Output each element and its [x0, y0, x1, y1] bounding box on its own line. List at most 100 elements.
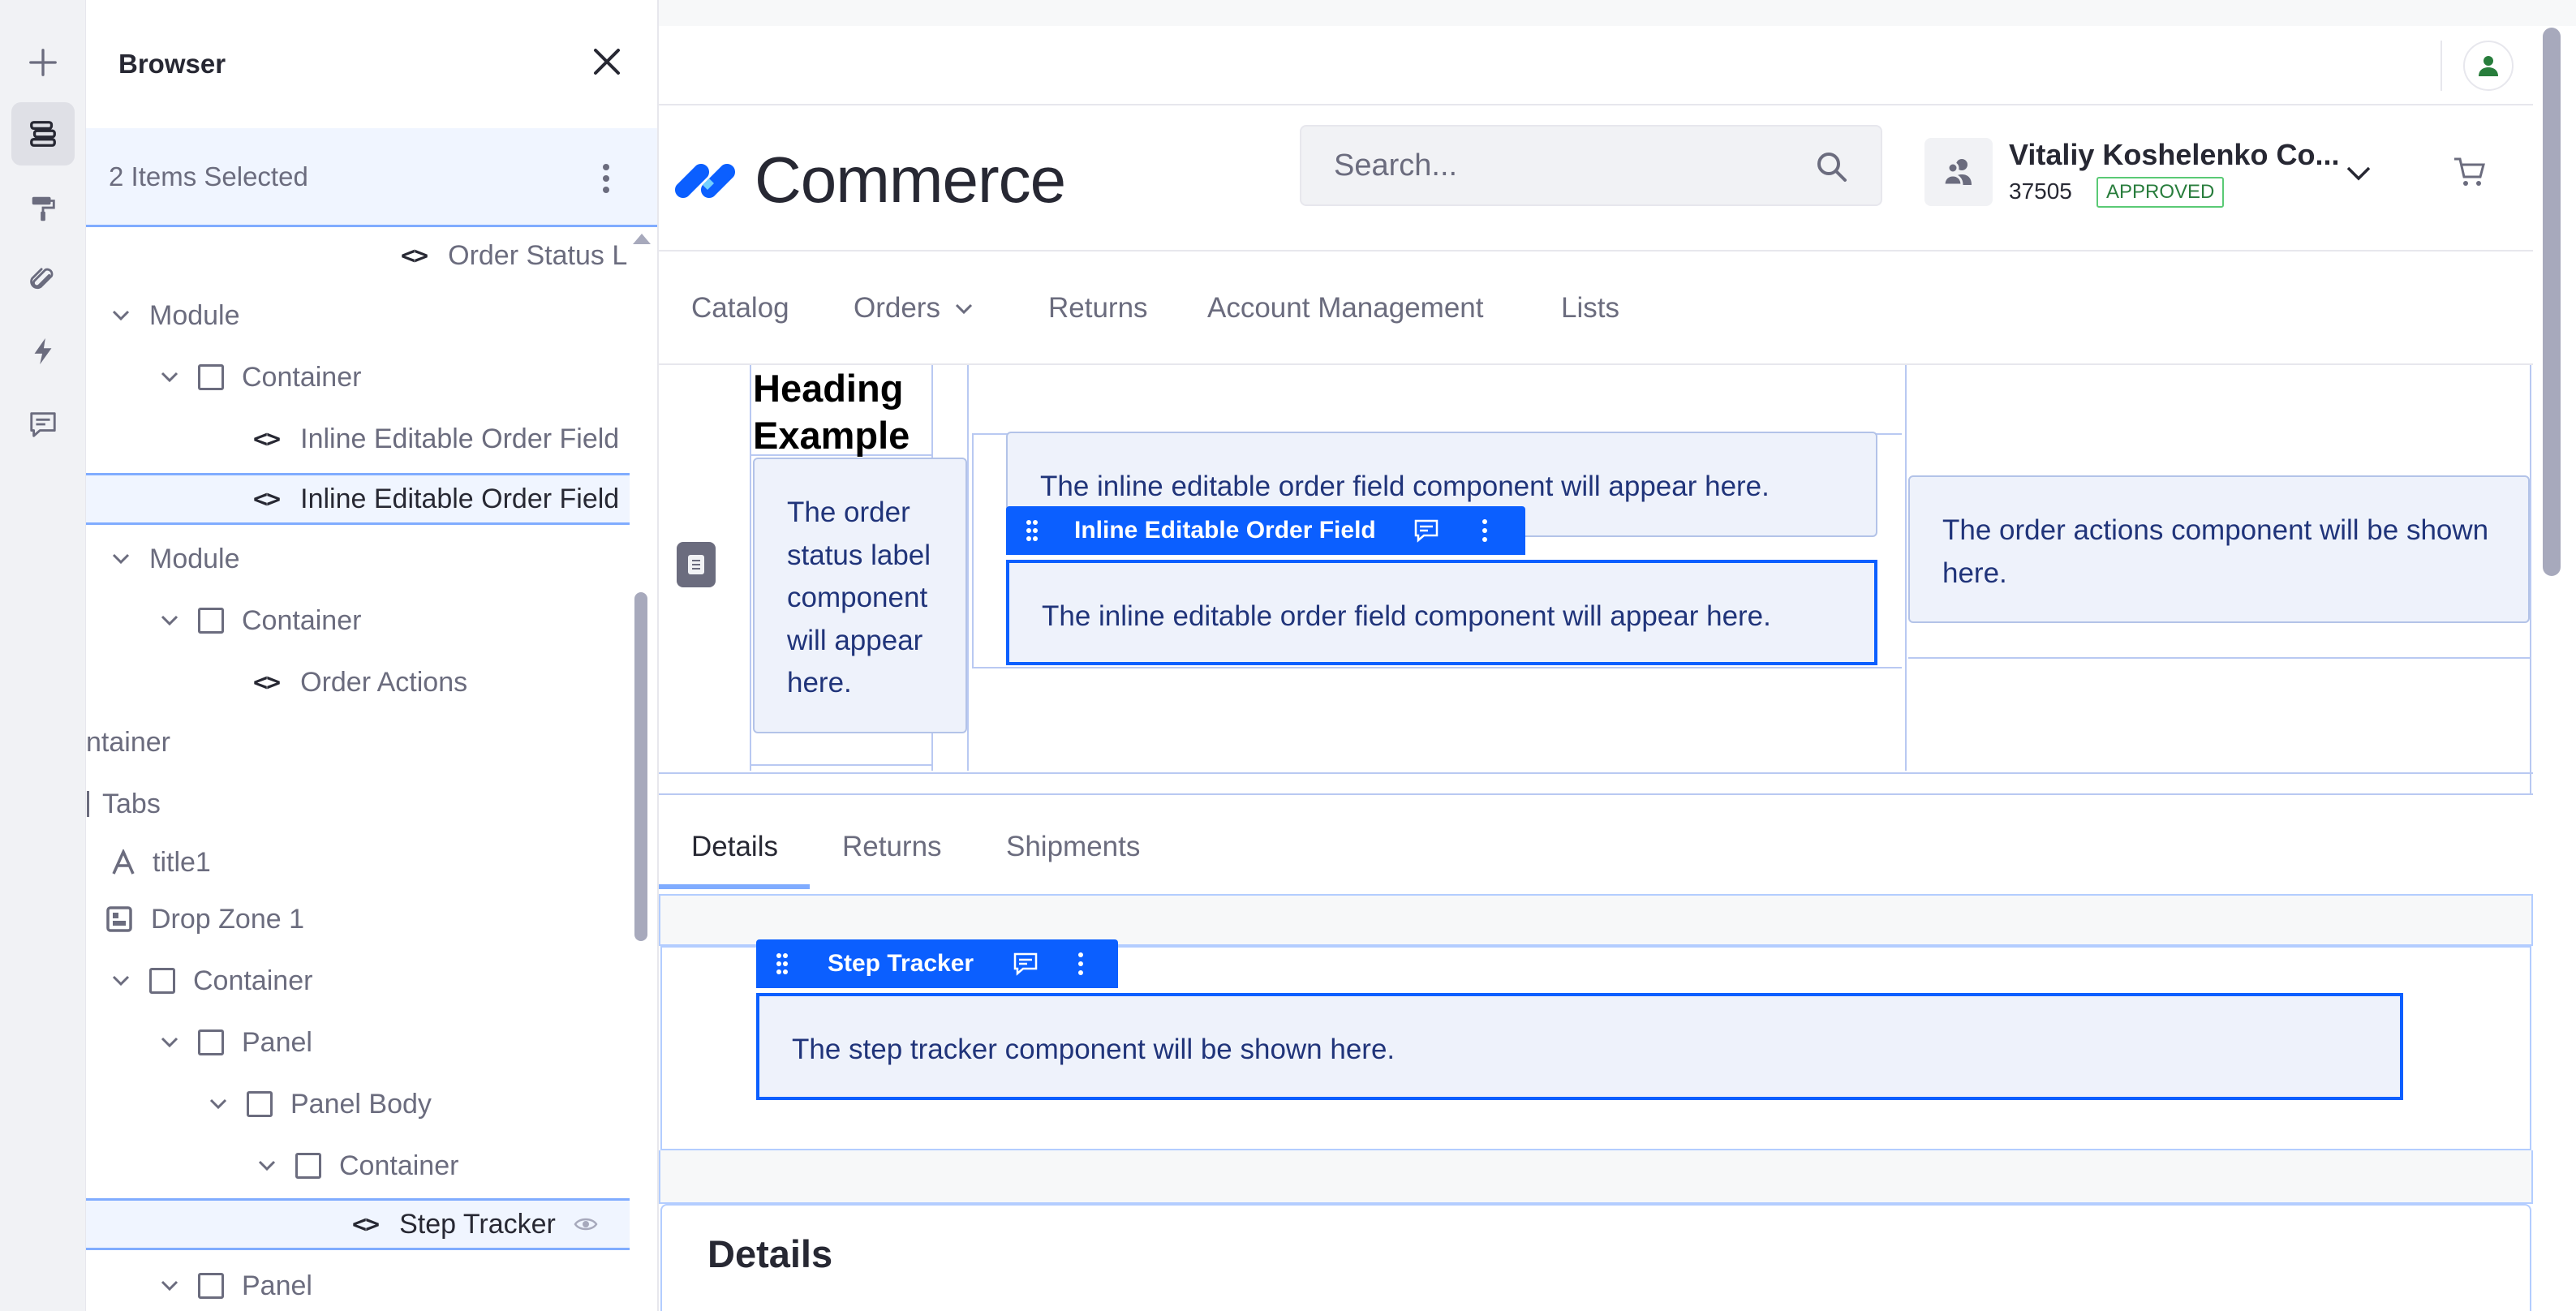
tree-item[interactable]: Module [86, 290, 630, 342]
user-avatar[interactable] [2463, 41, 2514, 91]
search-placeholder: Search... [1334, 148, 1458, 183]
tree-item[interactable]: Container [86, 1140, 630, 1192]
chevron-down-icon[interactable] [159, 1275, 180, 1296]
drop-zone-icon [106, 906, 132, 932]
browser-scrollbar[interactable] [634, 592, 647, 941]
chevron-down-icon[interactable] [208, 1094, 229, 1115]
tabs-bar: Details Returns Shipments [659, 795, 2533, 896]
tree-item-label: Inline Editable Order Field [300, 483, 620, 514]
document-button[interactable] [677, 542, 716, 587]
chevron-down-icon[interactable] [110, 970, 131, 991]
search-input[interactable]: Search... [1300, 125, 1882, 206]
add-button[interactable] [11, 31, 75, 94]
chevron-down-icon[interactable] [2345, 159, 2372, 187]
chevron-down-icon[interactable] [159, 367, 180, 388]
kebab-menu-icon[interactable] [600, 162, 612, 195]
close-icon[interactable] [587, 42, 626, 81]
tree-item[interactable]: <> Order Actions [86, 656, 630, 708]
tree-item[interactable]: Drop Zone 1 [86, 893, 630, 945]
active-tab-indicator [659, 884, 810, 889]
nav-item-catalog[interactable]: Catalog [691, 292, 789, 325]
container-icon [198, 1273, 224, 1299]
kebab-menu-icon[interactable] [1482, 518, 1488, 543]
search-icon[interactable] [1816, 151, 1848, 183]
chevron-down-icon[interactable] [110, 305, 131, 326]
bolt-icon [34, 337, 52, 365]
comment-icon[interactable] [1413, 518, 1439, 543]
tree-item[interactable]: Container [86, 595, 630, 647]
tree-item[interactable]: Container [86, 955, 630, 1007]
tab-returns[interactable]: Returns [842, 831, 942, 863]
tree-item-label: Tabs [102, 788, 161, 819]
kebab-menu-icon[interactable] [1077, 952, 1084, 976]
browser-button[interactable] [11, 102, 75, 165]
site-header: Commerce Search... Vitaliy Koshelenko Co… [659, 105, 2533, 251]
page-scrollbar[interactable] [2543, 28, 2561, 576]
selection-count: 2 Items Selected [109, 161, 308, 191]
browser-title: Browser [118, 49, 226, 79]
code-icon: <> [401, 241, 428, 270]
scroll-up-arrow[interactable] [633, 234, 651, 244]
tree-item-label: Panel [242, 1026, 312, 1058]
comment-icon[interactable] [1013, 952, 1039, 976]
eye-icon[interactable] [574, 1216, 598, 1232]
tree-item[interactable]: Panel [86, 1017, 630, 1068]
user-bar [659, 26, 2533, 105]
tree-item-label: Order Status L [448, 239, 628, 271]
container-icon [247, 1091, 273, 1117]
tree-item[interactable]: Panel [86, 1260, 630, 1311]
nav-item-orders[interactable]: Orders [854, 292, 974, 325]
step-tracker-fragment-selected[interactable]: The step tracker component will be shown… [756, 993, 2403, 1100]
account-id: 37505 [2009, 178, 2072, 204]
mappings-button[interactable] [11, 248, 75, 312]
tree-item-label: Step Tracker [399, 1208, 556, 1240]
nav-item-label: Orders [854, 292, 940, 324]
tree-item[interactable]: Panel Body [86, 1078, 630, 1130]
fragment-toolbar[interactable]: Step Tracker [756, 939, 1118, 988]
plus-icon [29, 49, 57, 76]
selection-bar: 2 Items Selected [86, 128, 657, 227]
drag-handle-icon[interactable] [776, 952, 789, 975]
logo[interactable]: Commerce [673, 143, 1066, 217]
tree-item[interactable]: <> Order Status L [86, 230, 630, 282]
tree-item[interactable]: ntainer [86, 716, 630, 768]
tree-item[interactable]: title1 [86, 836, 630, 888]
tree-item[interactable]: Container [86, 351, 630, 403]
tree-item-label: Container [339, 1150, 459, 1181]
tree-item[interactable]: Tabs [86, 778, 630, 830]
comments-button[interactable] [11, 393, 75, 456]
tree-item[interactable]: Module [86, 533, 630, 585]
nav-item-returns[interactable]: Returns [1048, 292, 1148, 325]
tree-item-selected[interactable]: <> Inline Editable Order Field [86, 473, 630, 525]
inline-editable-order-field-fragment-selected[interactable]: The inline editable order field componen… [1006, 560, 1877, 665]
layout-grid: Heading Example The order status label c… [659, 365, 2533, 795]
interactions-button[interactable] [11, 320, 75, 383]
tree-item[interactable]: <> Inline Editable Order Field [86, 413, 630, 465]
heading[interactable]: Heading Example [753, 365, 915, 459]
chevron-down-icon[interactable] [110, 548, 131, 570]
fragment-toolbar[interactable]: Inline Editable Order Field [1006, 506, 1525, 555]
divider [972, 433, 974, 668]
chevron-down-icon [955, 303, 973, 315]
order-status-label-fragment[interactable]: The order status label component will ap… [753, 458, 967, 733]
tab-details[interactable]: Details [691, 831, 778, 863]
tree-item-label: ntainer [86, 726, 170, 758]
tree-item-label: title1 [153, 846, 211, 878]
order-actions-fragment[interactable]: The order actions component will be show… [1908, 475, 2530, 623]
account-selector[interactable]: Vitaliy Koshelenko Co... 37505 APPROVED [1924, 138, 2379, 219]
tree-item-label: Module [149, 543, 240, 574]
chevron-down-icon[interactable] [256, 1155, 277, 1176]
tree-item-selected[interactable]: <> Step Tracker [86, 1198, 630, 1250]
chevron-down-icon[interactable] [159, 1032, 180, 1053]
sidebar-rail [0, 0, 86, 1311]
details-heading: Details [707, 1232, 833, 1275]
tab-shipments[interactable]: Shipments [1006, 831, 1140, 863]
divider [750, 365, 751, 771]
nav-item-account-management[interactable]: Account Management [1207, 292, 1483, 325]
page-structure-tree: <> Order Status L Module Container <> In… [86, 230, 630, 1311]
chevron-down-icon[interactable] [159, 610, 180, 631]
drag-handle-icon[interactable] [1026, 519, 1039, 542]
nav-item-lists[interactable]: Lists [1561, 292, 1619, 325]
page-design-button[interactable] [11, 177, 75, 240]
cart-icon[interactable] [2452, 154, 2488, 190]
